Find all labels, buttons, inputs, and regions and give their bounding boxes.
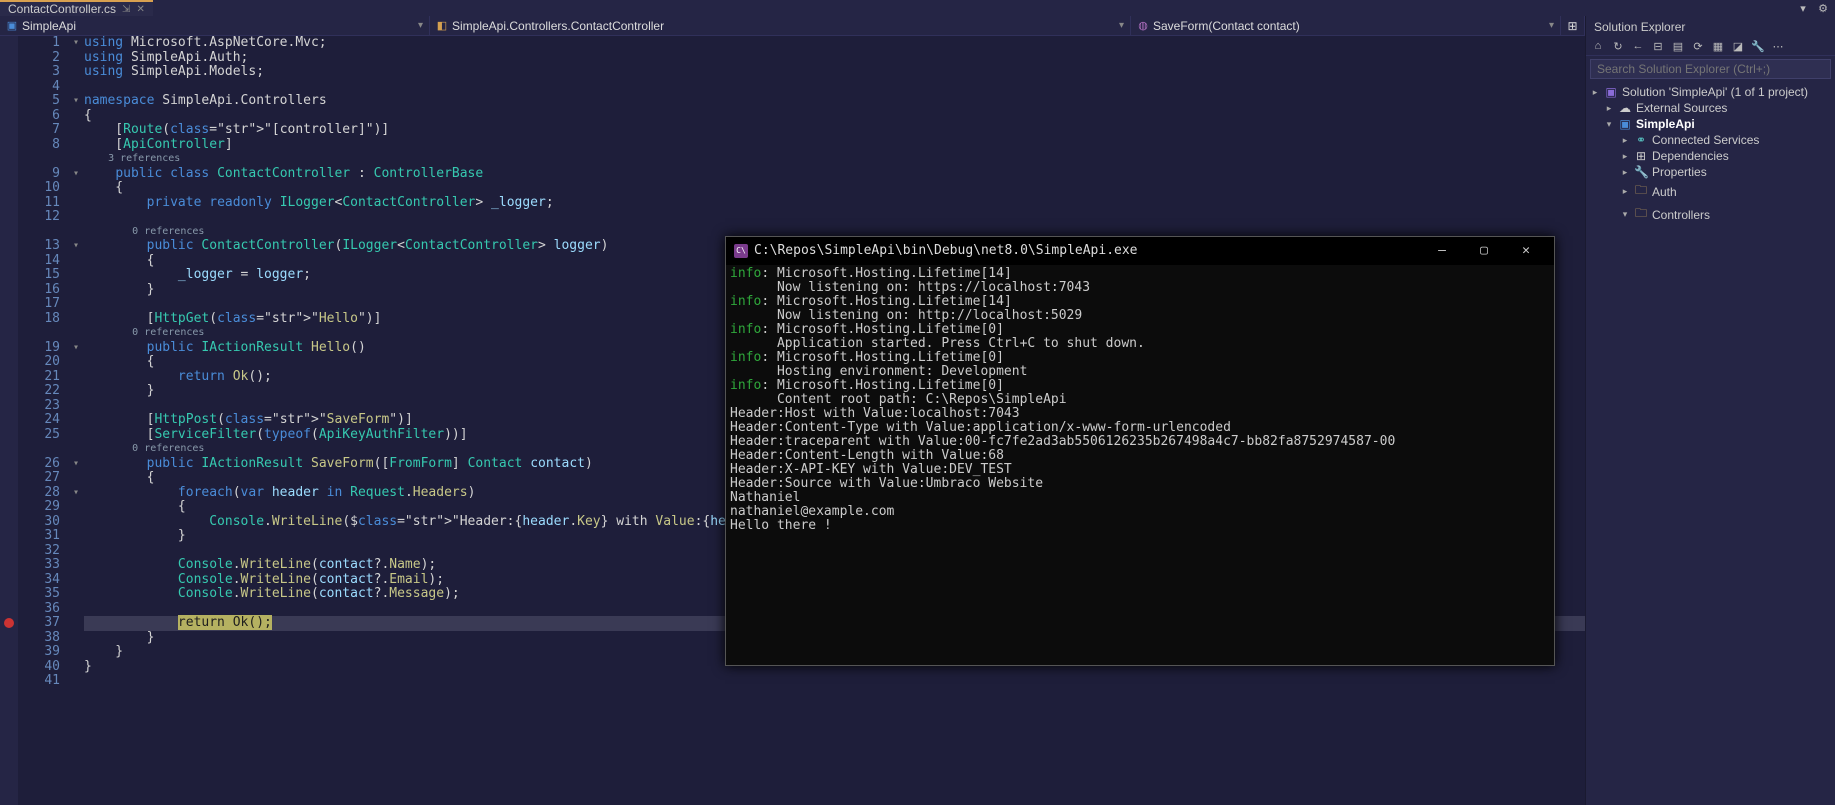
tree-connected-services[interactable]: ▸ ⚭ Connected Services [1586, 132, 1835, 148]
chevron-down-icon[interactable]: ▾ [1549, 20, 1554, 31]
console-titlebar[interactable]: C\ C:\Repos\SimpleApi\bin\Debug\net8.0\S… [726, 237, 1554, 265]
nav-member[interactable]: ◍ SaveForm(Contact contact) ▾ [1131, 16, 1561, 35]
tree-properties[interactable]: ▸ 🔧 Properties [1586, 164, 1835, 180]
class-icon: ◧ [436, 19, 448, 32]
close-button[interactable]: ✕ [1506, 244, 1546, 259]
home-icon[interactable]: ⌂ [1590, 40, 1606, 53]
document-tab[interactable]: ContactController.cs ⇲ ✕ [0, 0, 153, 16]
nav-class[interactable]: ◧ SimpleApi.Controllers.ContactControlle… [430, 16, 1131, 35]
nav-split-icon[interactable]: ⊞ [1561, 16, 1585, 35]
services-icon: ⚭ [1634, 133, 1648, 147]
solution-explorer-toolbar: ⌂ ↻ ← ⊟ ▤ ⟳ ▦ ◪ 🔧 ⋯ [1586, 38, 1835, 56]
tree-project[interactable]: ▾ ▣ SimpleApi [1586, 116, 1835, 132]
solution-search-input[interactable] [1590, 59, 1831, 79]
collapse-icon[interactable]: ▾ [1604, 119, 1614, 130]
editor-pane: ▣ SimpleApi ▾ ◧ SimpleApi.Controllers.Co… [0, 16, 1585, 805]
props-icon[interactable]: ▦ [1710, 40, 1726, 53]
console-title-text: C:\Repos\SimpleApi\bin\Debug\net8.0\Simp… [754, 244, 1138, 259]
expand-icon[interactable]: ▸ [1620, 151, 1630, 162]
gear-icon[interactable]: ⚙ [1817, 2, 1829, 15]
dependencies-icon: ⊞ [1634, 149, 1648, 163]
maximize-button[interactable]: ▢ [1464, 244, 1504, 259]
solution-tree[interactable]: ▸ ▣ Solution 'SimpleApi' (1 of 1 project… [1586, 82, 1835, 805]
breakpoint-margin[interactable] [0, 36, 18, 805]
collapse-icon[interactable]: ▾ [1620, 209, 1630, 220]
expand-icon[interactable]: ▸ [1620, 135, 1630, 146]
chevron-down-icon[interactable]: ▾ [418, 20, 423, 31]
tree-label: Connected Services [1652, 133, 1759, 147]
collapse-icon[interactable]: ⊟ [1650, 40, 1666, 53]
tree-auth-folder[interactable]: ▸ 🗀 Auth [1586, 180, 1835, 203]
document-tab-bar: ContactController.cs ⇲ ✕ ▾ ⚙ [0, 0, 1835, 16]
solution-icon: ▣ [1604, 85, 1618, 99]
sources-icon: ☁ [1618, 101, 1632, 115]
wrench-icon[interactable]: 🔧 [1750, 40, 1766, 53]
expand-icon[interactable]: ▸ [1590, 87, 1600, 98]
expand-icon[interactable]: ▸ [1620, 186, 1630, 197]
tree-controllers-folder[interactable]: ▾ 🗀 Controllers [1586, 203, 1835, 226]
sync-icon[interactable]: ↻ [1610, 40, 1626, 53]
more-icon[interactable]: ⋯ [1770, 40, 1786, 53]
console-app-icon: C\ [734, 244, 748, 258]
tree-label: Controllers [1652, 208, 1710, 222]
csproj-icon: ▣ [1618, 117, 1632, 131]
tree-label: Properties [1652, 165, 1707, 179]
show-all-icon[interactable]: ▤ [1670, 40, 1686, 53]
expand-icon[interactable]: ▸ [1620, 167, 1630, 178]
nav-project[interactable]: ▣ SimpleApi ▾ [0, 16, 430, 35]
console-output[interactable]: info: Microsoft.Hosting.Lifetime[14] Now… [726, 265, 1554, 665]
chevron-down-icon[interactable]: ▾ [1119, 20, 1124, 31]
fold-margin[interactable]: ▾▾▾▾▾▾▾ [68, 36, 84, 805]
wrench-icon: 🔧 [1634, 165, 1648, 179]
pin-icon[interactable]: ⇲ [122, 4, 130, 15]
tree-label: SimpleApi [1636, 117, 1695, 131]
tree-external-sources[interactable]: ▸ ☁ External Sources [1586, 100, 1835, 116]
refresh-icon[interactable]: ⟳ [1690, 40, 1706, 53]
back-icon[interactable]: ← [1630, 40, 1646, 53]
tree-label: Auth [1652, 185, 1677, 199]
solution-explorer: Solution Explorer ⌂ ↻ ← ⊟ ▤ ⟳ ▦ ◪ 🔧 ⋯ ▸ … [1585, 16, 1835, 805]
preview-icon[interactable]: ◪ [1730, 40, 1746, 53]
tree-label: Solution 'SimpleApi' (1 of 1 project) [1622, 85, 1808, 99]
dropdown-icon[interactable]: ▾ [1797, 2, 1809, 15]
tree-label: External Sources [1636, 101, 1727, 115]
code-editor[interactable]: 1234567891011121314151617181920212223242… [0, 36, 1585, 805]
tree-solution-root[interactable]: ▸ ▣ Solution 'SimpleApi' (1 of 1 project… [1586, 84, 1835, 100]
navigation-bar: ▣ SimpleApi ▾ ◧ SimpleApi.Controllers.Co… [0, 16, 1585, 36]
project-icon: ▣ [6, 19, 18, 32]
solution-explorer-title: Solution Explorer [1586, 16, 1835, 38]
line-number-gutter: 1234567891011121314151617181920212223242… [18, 36, 68, 805]
tree-label: Dependencies [1652, 149, 1729, 163]
folder-icon: 🗀 [1634, 181, 1648, 202]
console-window: C\ C:\Repos\SimpleApi\bin\Debug\net8.0\S… [725, 236, 1555, 666]
tab-file-name: ContactController.cs [8, 2, 116, 16]
nav-project-label: SimpleApi [22, 19, 76, 33]
nav-class-label: SimpleApi.Controllers.ContactController [452, 19, 664, 33]
close-tab-icon[interactable]: ✕ [136, 4, 144, 15]
folder-icon: 🗀 [1634, 204, 1648, 225]
expand-icon[interactable]: ▸ [1604, 103, 1614, 114]
tree-dependencies[interactable]: ▸ ⊞ Dependencies [1586, 148, 1835, 164]
method-icon: ◍ [1137, 19, 1149, 32]
nav-member-label: SaveForm(Contact contact) [1153, 19, 1300, 33]
minimize-button[interactable]: — [1422, 244, 1462, 259]
